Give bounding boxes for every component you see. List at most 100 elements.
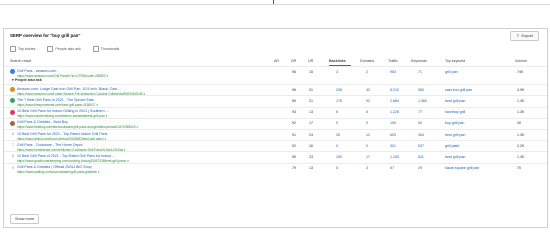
cell-backlinks[interactable]: 6 [336, 110, 338, 114]
result-url-link[interactable]: https://www.zwilling.com/us/cookware/gri… [17, 170, 100, 174]
cell-domains[interactable]: 3 [366, 166, 368, 170]
cell-keywords[interactable]: 537 [418, 144, 424, 148]
cell-keywords[interactable]: 454 [418, 133, 424, 137]
cell-ur: 31 [309, 87, 313, 92]
col-dr[interactable]: DR [291, 59, 296, 63]
cell-keywords[interactable]: 611 [418, 155, 424, 159]
cell-keywords[interactable]: 77 [418, 110, 422, 114]
cell-volume: 1.3K [517, 154, 525, 159]
serp-features-legend: Top stories People also ask Thumbnails [10, 46, 119, 52]
cell-keywords[interactable]: 29 [418, 166, 422, 170]
table-row: 9 Grill Pans & Griddles | Official ZWILLI… [4, 162, 547, 175]
panel-title: SERP overview for "buy grill pan" [10, 33, 81, 38]
cell-domains[interactable]: 43 [366, 88, 370, 92]
cell-backlinks[interactable]: 0 [336, 121, 338, 125]
show-more-button[interactable]: Show more [10, 214, 40, 224]
cell-ur: 13 [309, 110, 313, 115]
cell-dr: 90 [292, 154, 296, 159]
cell-backlinks[interactable]: 5 [336, 166, 338, 170]
cell-backlinks[interactable]: 3 [336, 70, 338, 74]
cell-keywords[interactable]: 71 [418, 70, 422, 74]
cell-backlinks[interactable]: 0 [336, 144, 338, 148]
col-ar[interactable]: AR [274, 59, 279, 63]
cell-backlinks[interactable]: 28 [336, 133, 340, 137]
cell-ur: 24 [309, 132, 313, 137]
cell-traffic[interactable]: 301 [390, 144, 396, 148]
cell-traffic[interactable]: 1,226 [390, 110, 399, 114]
cell-top-keyword[interactable]: best grill pan [445, 133, 465, 137]
cell-top-keyword[interactable]: grill plate [445, 144, 459, 148]
cell-top-keyword[interactable]: cast iron grill pan [445, 88, 472, 92]
serp-overview-panel: SERP overview for "buy grill pan" ⇪ Expo… [3, 28, 548, 228]
result-title-link[interactable]: Grill Pans - amazon.com [17, 69, 56, 73]
position-number: 8 [12, 154, 14, 159]
people-also-ask-toggle[interactable]: ▾ People also ask [12, 78, 42, 82]
cell-dr: 91 [292, 132, 296, 137]
serp-feature-icon [10, 109, 15, 115]
col-volume[interactable]: Volume [515, 59, 527, 63]
cell-traffic[interactable]: 603 [390, 133, 396, 137]
export-label: Export [521, 33, 533, 38]
result-title-link[interactable]: Amazon.com: Lodge Cast Iron Grill Pan, 1… [17, 87, 121, 91]
result-title-link[interactable]: 10 Best Grill Pans for 2021 - Top-Rated … [17, 132, 107, 136]
cell-traffic[interactable]: 2,684 [390, 99, 399, 103]
cell-keywords[interactable]: 1,560 [418, 99, 427, 103]
cell-keywords[interactable]: 40 [418, 121, 422, 125]
result-title-link[interactable]: The 7 Best Grill Pans in 2021 - The Spru… [17, 98, 94, 102]
cell-ur: 16 [309, 143, 313, 148]
cell-volume: 4.9K [517, 87, 525, 92]
result-title-link[interactable]: 10 Best Grill Pans for Indoor Grilling i… [17, 109, 109, 113]
cell-domains[interactable]: 12 [366, 133, 370, 137]
cell-traffic[interactable]: 5,210 [390, 88, 399, 92]
cell-volume: 2.2K [517, 143, 525, 148]
cell-backlinks[interactable]: 100 [336, 155, 342, 159]
result-title-link[interactable]: Grill Pans & Griddles - Best Buy [17, 120, 68, 124]
cell-dr: 92 [292, 121, 296, 126]
serp-feature-icon [10, 98, 15, 104]
legend-thumbnails[interactable]: Thumbnails [92, 46, 119, 52]
col-search-result[interactable]: Search result [10, 59, 31, 63]
cell-volume: 1.3K [517, 98, 525, 103]
cell-ur: 17 [309, 121, 313, 126]
cell-top-keyword[interactable]: best grill pan [445, 99, 465, 103]
cell-top-keyword[interactable]: best grill pan [445, 155, 465, 159]
export-button[interactable]: ⇪ Export [510, 31, 539, 41]
cell-top-keyword[interactable]: stovetop grill [445, 110, 465, 114]
cell-traffic[interactable]: 190 [390, 121, 396, 125]
cell-traffic[interactable]: 67 [390, 166, 394, 170]
legend-top-stories[interactable]: Top stories [10, 46, 35, 52]
cell-ur: 23 [309, 154, 313, 159]
cell-domains[interactable]: 17 [366, 155, 370, 159]
cell-backlinks[interactable]: 236 [336, 88, 342, 92]
col-top-keyword[interactable]: Top keyword [445, 59, 465, 63]
cell-traffic[interactable]: 1,193 [390, 155, 399, 159]
col-domains[interactable]: Domains [360, 59, 374, 63]
cell-keywords[interactable]: 360 [418, 88, 424, 92]
result-title-link[interactable]: 10 Best Grill Pans of 2021 - Top-Rated G… [17, 154, 115, 158]
cell-backlinks[interactable]: 175 [336, 99, 342, 103]
cell-volume: 1.3K [517, 110, 525, 115]
cell-dr: 96 [292, 87, 296, 92]
result-title-link[interactable]: Grill Pans & Griddles | Official ZWILLIN… [17, 165, 92, 169]
cell-top-keyword[interactable]: staub square grill pan [445, 166, 479, 170]
cell-traffic[interactable]: 983 [390, 70, 396, 74]
cell-domains[interactable]: 92 [366, 99, 370, 103]
result-url-link[interactable]: https://www.amazon.com/Grill-Pans/b?ie=U… [17, 74, 108, 78]
col-traffic[interactable]: Traffic [388, 59, 398, 63]
serp-feature-icon [10, 120, 15, 126]
result-title-link[interactable]: Grill Pans - Cookware - The Home Depot [17, 143, 82, 147]
cell-domains[interactable]: 6 [366, 110, 368, 114]
cell-domains[interactable]: 0 [366, 144, 368, 148]
cell-top-keyword[interactable]: grill pan [445, 70, 458, 74]
col-keywords[interactable]: Keywords [411, 59, 427, 63]
cell-dr: 96 [292, 69, 296, 74]
cell-domains[interactable]: 0 [366, 121, 368, 125]
legend-people-also-ask[interactable]: People also ask [47, 46, 81, 52]
cell-volume: 1.3K [517, 132, 525, 137]
table-row: Grill Pans - amazon.com https://www.amazo… [4, 66, 547, 78]
cell-domains[interactable]: 2 [366, 70, 368, 74]
col-ur[interactable]: UR [308, 59, 313, 63]
col-backlinks[interactable]: Backlinks [329, 59, 346, 63]
cell-top-keyword[interactable]: buy grill pan [445, 121, 464, 125]
cell-ur: 21 [309, 98, 313, 103]
